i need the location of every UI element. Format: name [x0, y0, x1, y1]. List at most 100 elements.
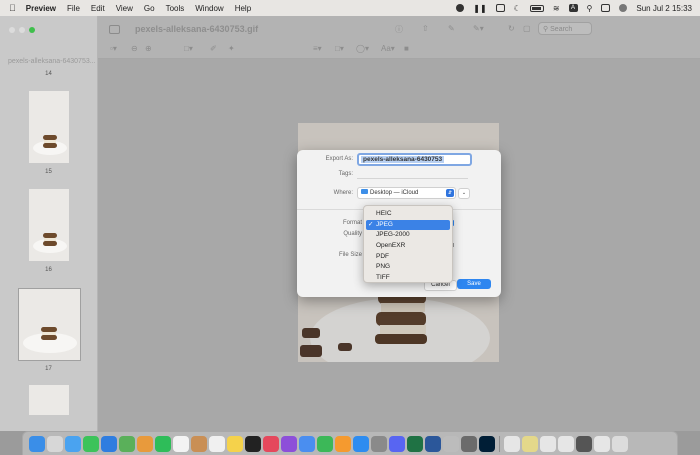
- recent-doc-icon[interactable]: [576, 435, 592, 452]
- recent-doc-icon[interactable]: [504, 435, 520, 452]
- menu-tools[interactable]: Tools: [166, 4, 185, 13]
- tags-label: Tags:: [338, 171, 353, 177]
- notes-icon[interactable]: [227, 435, 243, 452]
- moon-icon[interactable]: ☾: [514, 4, 521, 13]
- export-as-field[interactable]: pexels-alleksana-6430753: [357, 153, 472, 166]
- recent-doc-icon[interactable]: [558, 435, 574, 452]
- calendar-icon[interactable]: [173, 435, 189, 452]
- format-option-jpeg-2000[interactable]: JPEG-2000: [366, 230, 450, 241]
- format-option-tiff[interactable]: TIFF: [366, 273, 450, 284]
- siri-icon[interactable]: [619, 4, 628, 12]
- recent-doc-icon[interactable]: [540, 435, 556, 452]
- annotate-icon[interactable]: ■: [404, 44, 409, 53]
- border-color-icon[interactable]: □▾: [335, 44, 344, 53]
- page-number-16: 16: [45, 267, 52, 273]
- format-option-png[interactable]: PNG: [366, 262, 450, 273]
- menu-help[interactable]: Help: [235, 4, 251, 13]
- vpn-icon[interactable]: [456, 4, 465, 12]
- page-number-15: 15: [45, 169, 52, 175]
- battery-icon[interactable]: [529, 4, 544, 12]
- control-center-icon[interactable]: [601, 4, 611, 12]
- recent-doc-icon[interactable]: [594, 435, 610, 452]
- pages-icon[interactable]: [335, 435, 351, 452]
- trash-icon[interactable]: [612, 435, 628, 452]
- format-option-openexr[interactable]: OpenEXR: [366, 241, 450, 252]
- fill-color-icon[interactable]: ◯▾: [356, 44, 369, 53]
- music-icon[interactable]: [263, 435, 279, 452]
- tags-field[interactable]: [357, 178, 468, 179]
- facetime-icon[interactable]: [155, 435, 171, 452]
- messages-icon[interactable]: [83, 435, 99, 452]
- window-controls: [9, 27, 35, 33]
- photos-icon[interactable]: [137, 435, 153, 452]
- menu-app-name[interactable]: Preview: [26, 4, 56, 13]
- menu-edit[interactable]: Edit: [91, 4, 105, 13]
- zoom-out-icon[interactable]: ⊖: [131, 44, 138, 53]
- minimize-icon[interactable]: [19, 27, 25, 33]
- thumbnail-page-17[interactable]: [18, 288, 81, 361]
- apple-menu-icon[interactable]: : [9, 3, 16, 13]
- tv-icon[interactable]: [245, 435, 261, 452]
- app-store-icon[interactable]: [353, 435, 369, 452]
- zoom-in-icon[interactable]: ⊕: [145, 44, 152, 53]
- mail-icon[interactable]: [101, 435, 117, 452]
- select-tool-icon[interactable]: □▾: [184, 44, 193, 53]
- crop-icon[interactable]: ▢: [523, 24, 531, 33]
- magnifier-icon: ⚲: [543, 26, 549, 33]
- pause-icon[interactable]: ❚❚: [473, 4, 486, 13]
- launchpad-icon[interactable]: [47, 435, 63, 452]
- view-menu-icon[interactable]: ▫▾: [110, 44, 117, 53]
- thumbnail-sidebar: pexels-alleksana-6430753... 14 15 16 17: [0, 16, 98, 431]
- search-field[interactable]: ⚲ Search: [538, 22, 592, 35]
- menubar-clock[interactable]: Sun Jul 2 15:33: [636, 4, 692, 13]
- align-icon[interactable]: ≡▾: [313, 44, 322, 53]
- chrome-icon[interactable]: [461, 435, 477, 452]
- display-icon[interactable]: [495, 4, 505, 12]
- highlight-icon[interactable]: ✎▾: [473, 24, 484, 33]
- system-settings-icon[interactable]: [371, 435, 387, 452]
- input-source-icon[interactable]: A: [568, 4, 578, 12]
- sidebar-toggle-icon[interactable]: [109, 25, 120, 34]
- finder-icon[interactable]: [29, 435, 45, 452]
- close-icon[interactable]: [9, 27, 15, 33]
- podcasts-icon[interactable]: [281, 435, 297, 452]
- numbers-icon[interactable]: [317, 435, 333, 452]
- reminders-icon[interactable]: [209, 435, 225, 452]
- preview-icon[interactable]: [443, 435, 459, 452]
- share-icon[interactable]: ⇧: [422, 24, 429, 33]
- sketch-tool-icon[interactable]: ✐: [210, 44, 217, 53]
- format-option-jpeg[interactable]: ✓ JPEG: [366, 219, 450, 231]
- format-option-pdf[interactable]: PDF: [366, 252, 450, 263]
- where-popup[interactable]: Desktop — iCloud ⇵: [357, 187, 456, 199]
- excel-icon[interactable]: [407, 435, 423, 452]
- recent-doc-icon[interactable]: [522, 435, 538, 452]
- word-icon[interactable]: [425, 435, 441, 452]
- menu-window[interactable]: Window: [195, 4, 223, 13]
- file-size-label: File Size: [338, 252, 362, 258]
- menu-go[interactable]: Go: [144, 4, 155, 13]
- expand-chevron-icon[interactable]: ⌄: [458, 188, 470, 199]
- maps-icon[interactable]: [119, 435, 135, 452]
- markup-icon[interactable]: ✎: [448, 24, 455, 33]
- thumbnail-page-18[interactable]: [29, 385, 69, 415]
- thumbnail-page-16[interactable]: [29, 189, 69, 261]
- wifi-icon[interactable]: ≋: [553, 4, 560, 13]
- rotate-icon[interactable]: ↻: [508, 24, 515, 33]
- dock-separator: [499, 435, 500, 452]
- format-option-label: PNG: [376, 263, 391, 271]
- text-style-icon[interactable]: Aa▾: [381, 44, 395, 53]
- safari-icon[interactable]: [65, 435, 81, 452]
- discord-icon[interactable]: [389, 435, 405, 452]
- search-menubar-icon[interactable]: ⚲: [587, 4, 593, 13]
- menu-view[interactable]: View: [116, 4, 133, 13]
- photoshop-icon[interactable]: [479, 435, 495, 452]
- info-icon[interactable]: ⓘ: [395, 24, 403, 35]
- instant-alpha-icon[interactable]: ✦: [228, 44, 235, 53]
- zoom-icon[interactable]: [29, 27, 35, 33]
- keynote-icon[interactable]: [299, 435, 315, 452]
- contacts-icon[interactable]: [191, 435, 207, 452]
- format-option-heic[interactable]: HEIC: [366, 209, 450, 220]
- menu-file[interactable]: File: [67, 4, 80, 13]
- save-button[interactable]: Save: [457, 279, 491, 289]
- thumbnail-page-15[interactable]: [29, 91, 69, 163]
